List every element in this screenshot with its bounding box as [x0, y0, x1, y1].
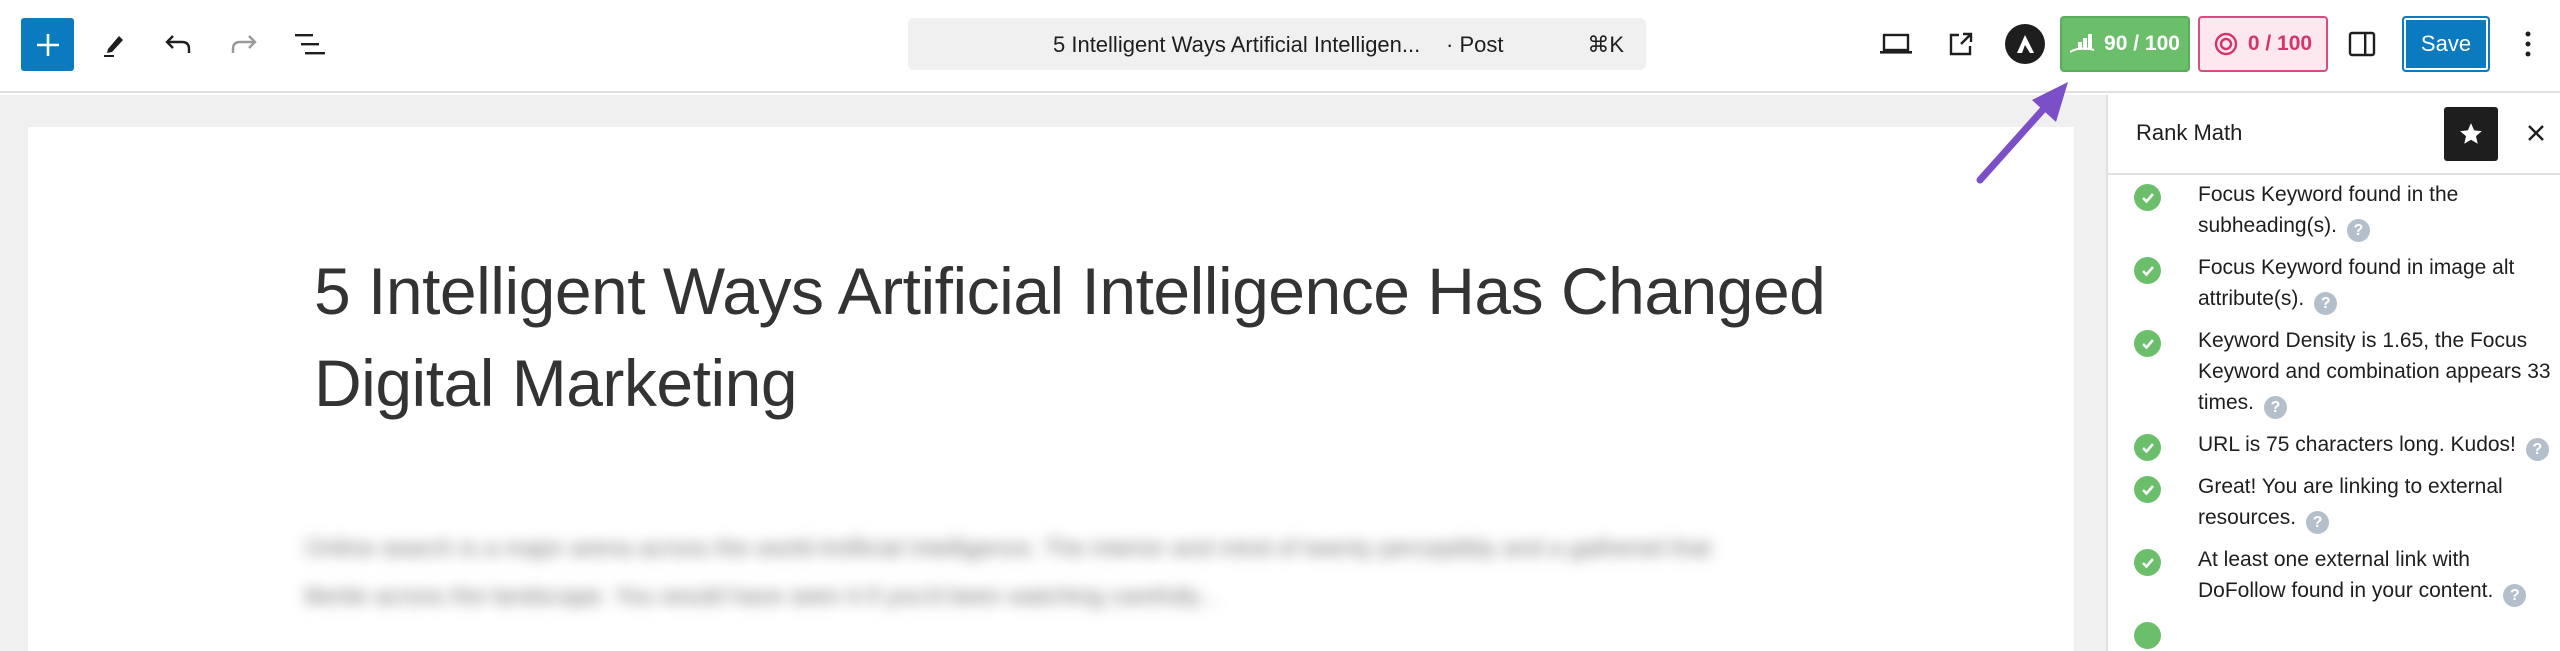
astra-plugin-button[interactable] [2005, 24, 2045, 64]
pin-favorite-button[interactable] [2444, 107, 2498, 161]
check-pass-icon [2134, 184, 2161, 211]
seo-check-item: Focus Keyword found in the subheading(s)… [2134, 179, 2554, 242]
undo-icon [165, 35, 191, 53]
seo-check-text: URL is 75 characters long. Kudos! [2198, 433, 2516, 456]
tools-button[interactable] [88, 18, 140, 70]
redo-icon [231, 35, 257, 53]
list-view-button[interactable] [284, 18, 336, 70]
save-button[interactable]: Save [2402, 16, 2490, 72]
seo-check-item: Focus Keyword found in image alt attribu… [2134, 252, 2554, 315]
post-paragraph-blurred[interactable]: Online search is a major arena across th… [305, 525, 1745, 621]
sidebar-toggle-icon [2348, 31, 2376, 57]
document-bar[interactable]: 5 Intelligent Ways Artificial Intelligen… [908, 18, 1646, 70]
seo-check-item: Great! You are linking to external resou… [2134, 471, 2554, 534]
close-icon [2528, 125, 2544, 141]
view-post-button[interactable] [1935, 18, 1987, 70]
check-pass-icon [2134, 434, 2161, 461]
settings-sidebar-toggle[interactable] [2336, 18, 2388, 70]
help-icon[interactable]: ? [2346, 219, 2370, 242]
help-icon[interactable]: ? [2525, 438, 2549, 461]
plus-icon [36, 33, 59, 56]
command-palette-shortcut: ⌘K [1587, 32, 1624, 57]
seo-check-item: URL is 75 characters long. Kudos!? [2134, 429, 2554, 461]
sidebar-header: Rank Math [2108, 95, 2560, 175]
seo-check-text: Focus Keyword found in image alt attribu… [2198, 256, 2515, 310]
document-title: 5 Intelligent Ways Artificial Intelligen… [1053, 32, 1421, 57]
laptop-icon [1880, 33, 1912, 54]
content-ai-score-value: 0 / 100 [2247, 32, 2313, 55]
help-icon[interactable]: ? [2314, 292, 2338, 315]
help-icon[interactable]: ? [2306, 511, 2330, 534]
check-pass-icon [2134, 330, 2161, 357]
external-link-icon [1949, 32, 1973, 56]
seo-score-button[interactable]: 90 / 100 [2060, 16, 2190, 72]
content-ai-score-button[interactable]: 0 / 100 [2198, 16, 2328, 72]
check-pass-icon [2134, 622, 2161, 649]
seo-check-text: Great! You are linking to external resou… [2198, 475, 2503, 529]
redo-button[interactable] [218, 18, 270, 70]
seo-check-text: Focus Keyword found in the subheading(s)… [2198, 183, 2459, 237]
undo-button[interactable] [152, 18, 204, 70]
check-pass-icon [2134, 476, 2161, 503]
document-post-type: · Post [1446, 32, 1504, 57]
options-menu-button[interactable] [2508, 18, 2548, 70]
more-vertical-icon [2525, 31, 2531, 57]
preview-button[interactable] [1870, 18, 1922, 70]
seo-check-text: At least one external link with DoFollow… [2198, 548, 2494, 602]
block-inserter-button[interactable] [21, 18, 74, 71]
post-title[interactable]: 5 Intelligent Ways Artificial Intelligen… [314, 245, 1874, 429]
check-pass-icon [2134, 257, 2161, 284]
editor-toolbar: 5 Intelligent Ways Artificial Intelligen… [0, 0, 2560, 93]
close-sidebar-button[interactable] [2514, 111, 2558, 155]
seo-check-item: Keyword Density is 1.65, the Focus Keywo… [2134, 325, 2554, 419]
rank-math-chart-icon [2070, 34, 2095, 53]
seo-checks-list: Focus Keyword found in the subheading(s)… [2134, 179, 2554, 649]
astra-logo-icon [2017, 35, 2034, 53]
content-ai-icon [2214, 32, 2238, 56]
help-icon[interactable]: ? [2264, 396, 2288, 419]
rank-math-sidebar: Rank Math Focus Keyword found in the sub… [2106, 95, 2560, 651]
seo-score-value: 90 / 100 [2104, 32, 2180, 55]
seo-check-text: Keyword Density is 1.65, the Focus Keywo… [2198, 329, 2551, 414]
list-view-icon [295, 34, 325, 55]
help-icon[interactable]: ? [2503, 584, 2527, 607]
seo-check-item: At least one external link with DoFollow… [2134, 544, 2554, 607]
pencil-icon [104, 36, 123, 57]
sidebar-title: Rank Math [2136, 120, 2243, 145]
check-pass-icon [2134, 549, 2161, 576]
star-icon [2460, 123, 2482, 144]
